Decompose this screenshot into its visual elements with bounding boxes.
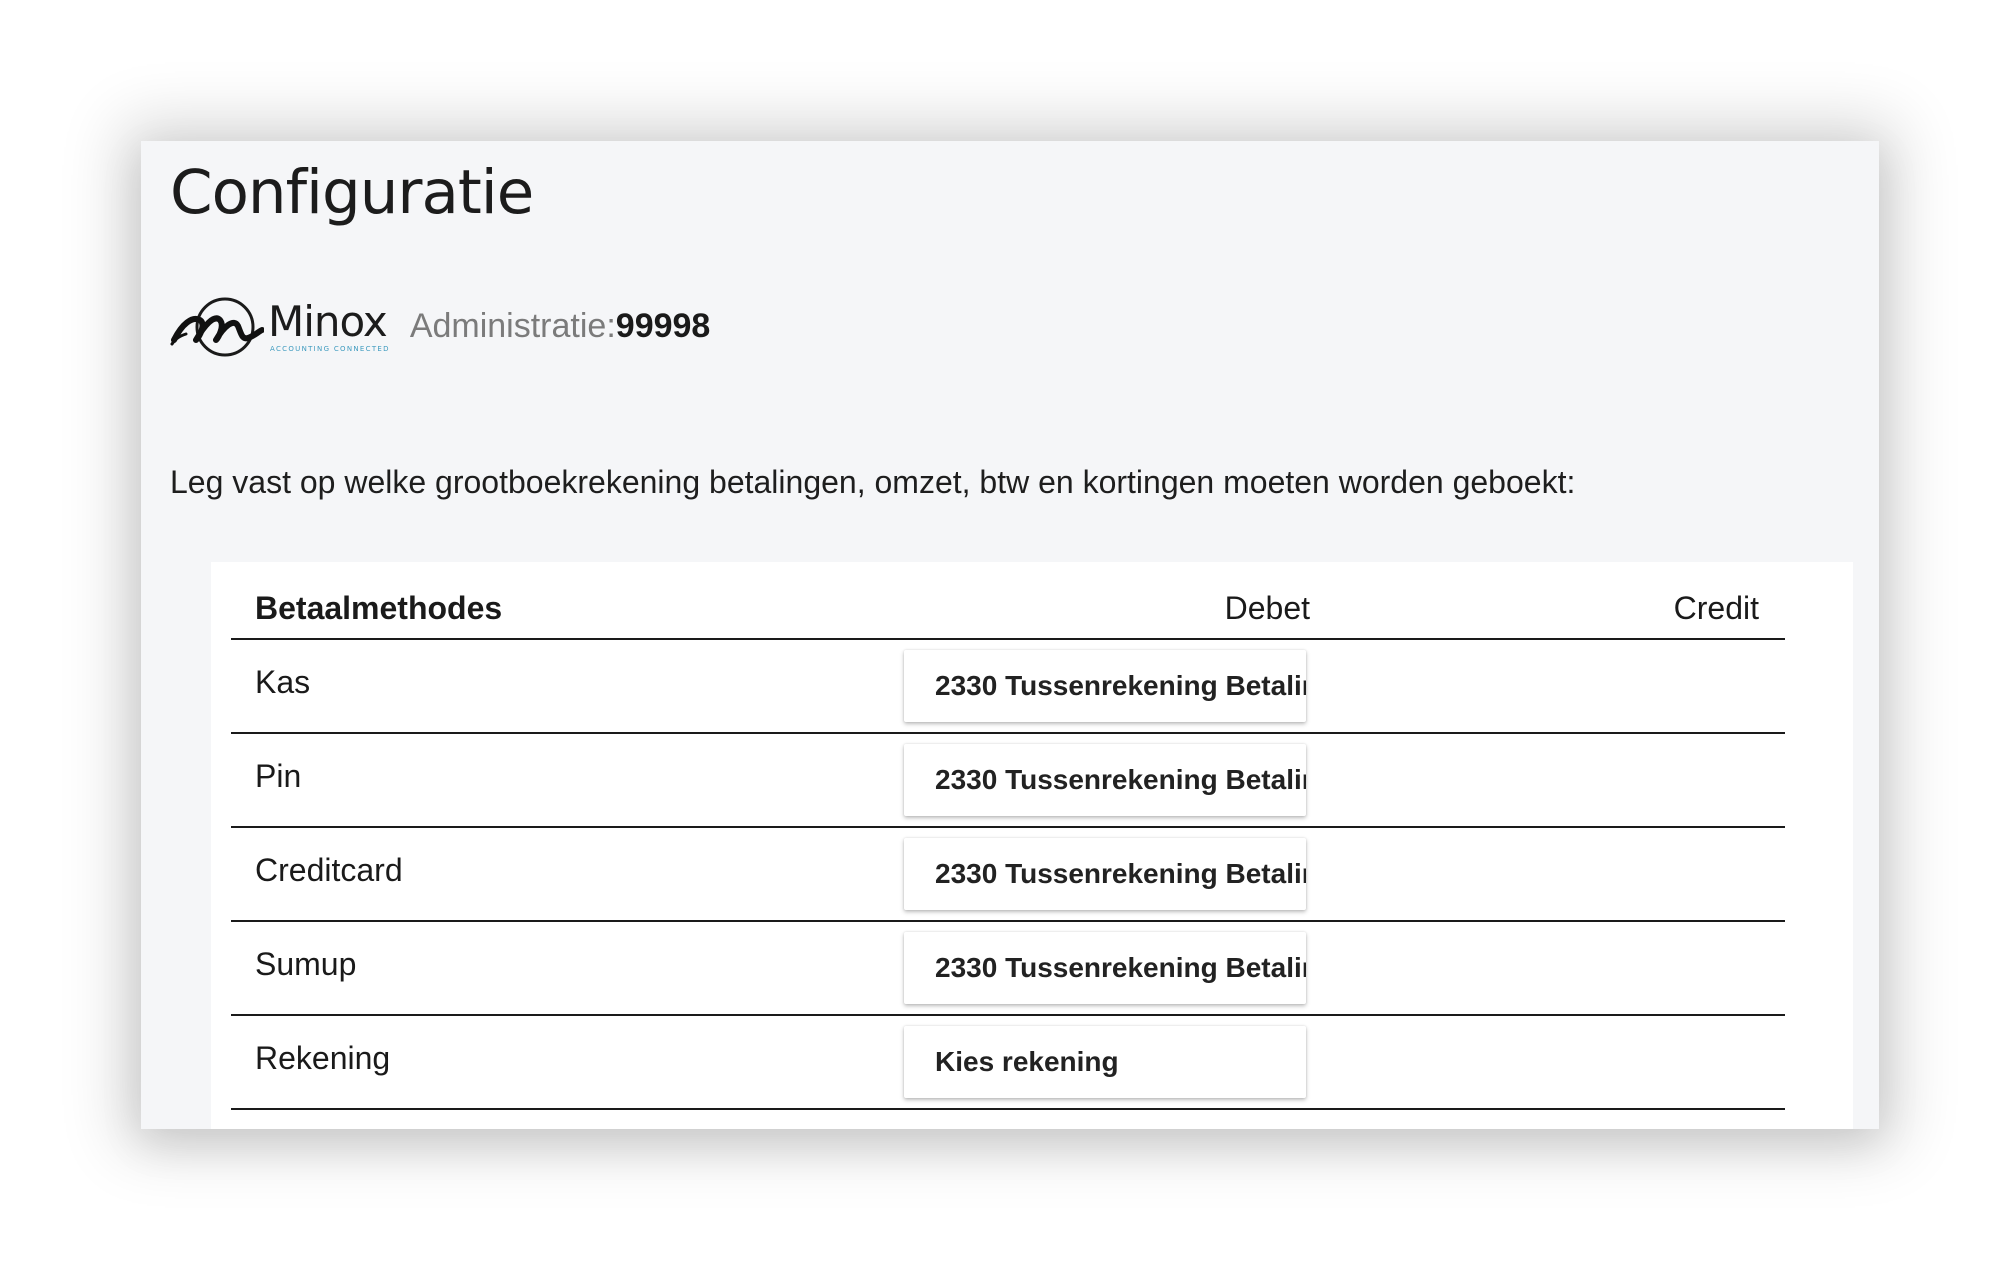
payment-methods-table: Betaalmethodes Debet Credit Kas 2330 Tus… — [211, 562, 1853, 1129]
logo-word: Minox — [268, 296, 388, 346]
instruction-text: Leg vast op welke grootboekrekening beta… — [170, 464, 1576, 500]
table-row-pin: Pin 2330 Tussenrekening Betalingen — [231, 734, 1785, 828]
table-row-creditcard: Creditcard 2330 Tussenrekening Betalinge… — [231, 828, 1785, 922]
minox-logo-icon — [170, 297, 264, 357]
debet-account-select[interactable]: 2330 Tussenrekening Betalingen — [904, 744, 1306, 816]
debet-account-value: 2330 Tussenrekening Betalingen — [935, 670, 1306, 701]
column-header-credit: Credit — [1673, 590, 1759, 626]
logo-text: Minox ACCOUNTING CONNECTED — [268, 296, 390, 353]
table-row-kas: Kas 2330 Tussenrekening Betalingen — [231, 640, 1785, 734]
brand-row: Minox ACCOUNTING CONNECTED Administratie… — [170, 291, 710, 361]
column-header-debet: Debet — [1224, 590, 1310, 626]
row-label: Pin — [255, 758, 302, 794]
table-row-rekening: Rekening Kies rekening — [231, 1016, 1785, 1110]
page-title: Configuratie — [170, 157, 534, 228]
debet-account-value: 2330 Tussenrekening Betalingen — [935, 858, 1306, 889]
row-label: Kas — [255, 664, 311, 700]
debet-account-value: 2330 Tussenrekening Betalingen — [935, 952, 1306, 983]
debet-account-value: Kies rekening — [935, 1046, 1119, 1077]
app-window: Configuratie Minox ACCOUNTING CONNECTED … — [141, 141, 1879, 1129]
row-label: Rekening — [255, 1040, 391, 1076]
debet-account-select[interactable]: 2330 Tussenrekening Betalingen — [904, 838, 1306, 910]
table-header: Betaalmethodes Debet Credit — [231, 562, 1785, 640]
debet-account-select[interactable]: 2330 Tussenrekening Betalingen — [904, 650, 1306, 722]
debet-account-select[interactable]: 2330 Tussenrekening Betalingen — [904, 932, 1306, 1004]
row-label: Creditcard — [255, 852, 403, 888]
administration-number: 99998 — [615, 306, 711, 345]
administration-label: Administratie: — [409, 306, 616, 345]
table-row-sumup: Sumup 2330 Tussenrekening Betalingen — [231, 922, 1785, 1016]
column-header-methods: Betaalmethodes — [255, 590, 503, 626]
debet-account-value: 2330 Tussenrekening Betalingen — [935, 764, 1306, 795]
debet-account-select[interactable]: Kies rekening — [904, 1026, 1306, 1098]
logo-tagline: ACCOUNTING CONNECTED — [270, 344, 390, 353]
row-label: Sumup — [255, 946, 357, 982]
